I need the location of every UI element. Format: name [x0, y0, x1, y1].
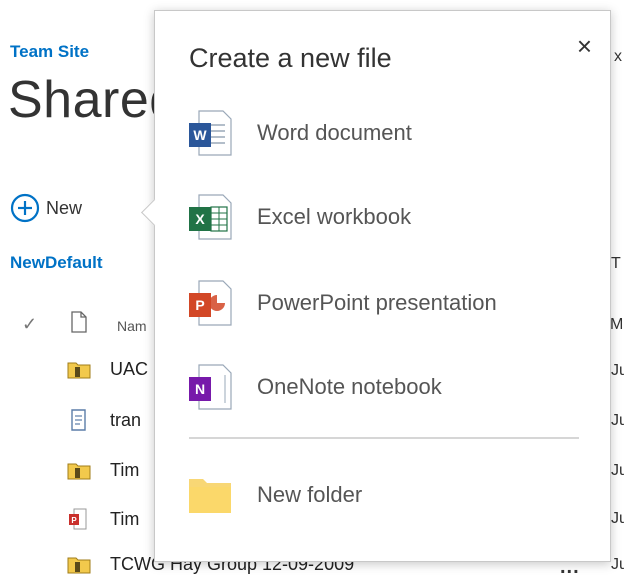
- new-folder-item[interactable]: New folder: [185, 469, 362, 521]
- powerpoint-icon: P: [189, 280, 232, 326]
- modified-cell: Ju: [611, 556, 624, 573]
- folder-icon: [67, 557, 91, 574]
- new-powerpoint-presentation-item[interactable]: P PowerPoint presentation: [185, 277, 497, 329]
- new-button-label: New: [46, 197, 83, 218]
- new-onenote-notebook-label: OneNote notebook: [257, 374, 442, 399]
- svg-text:X: X: [195, 211, 205, 227]
- view-selector[interactable]: NewDefault: [10, 253, 103, 273]
- create-file-flyout: Create a new file × W Word document X Ex…: [141, 10, 611, 562]
- new-button[interactable]: New: [10, 193, 82, 223]
- list-item[interactable]: UAC: [66, 358, 148, 380]
- list-item-name[interactable]: UAC: [110, 359, 148, 380]
- new-word-document-label: Word document: [257, 120, 412, 145]
- flyout-callout-arrow: [141, 199, 168, 226]
- right-edge-text: x: [614, 48, 622, 65]
- site-title[interactable]: Team Site: [10, 42, 89, 62]
- folder-icon: [189, 479, 231, 513]
- column-header-modified[interactable]: M: [610, 316, 623, 334]
- new-excel-workbook-item[interactable]: X Excel workbook: [185, 191, 411, 243]
- new-folder-label: New folder: [257, 482, 363, 507]
- modified-cell: Ju: [611, 510, 624, 527]
- svg-text:P: P: [195, 297, 204, 313]
- folder-icon: [67, 463, 91, 480]
- modified-cell: Ju: [611, 462, 624, 479]
- text-doc-icon: [71, 409, 86, 431]
- select-all-checkmark[interactable]: ✓: [22, 314, 37, 335]
- word-icon: W: [189, 110, 232, 156]
- list-item[interactable]: P Tim: [66, 508, 139, 530]
- svg-text:N: N: [195, 381, 205, 397]
- folder-icon: [67, 362, 91, 379]
- new-excel-workbook-label: Excel workbook: [257, 204, 412, 229]
- modified-cell: Ju: [611, 362, 624, 379]
- svg-text:P: P: [71, 516, 77, 525]
- pdf-icon: P: [69, 508, 87, 530]
- flyout-divider: [189, 437, 579, 439]
- onenote-icon: N: [189, 364, 232, 410]
- new-onenote-notebook-item[interactable]: N OneNote notebook: [185, 361, 442, 413]
- list-item-name[interactable]: Tim: [110, 460, 139, 481]
- plus-circle-icon: [10, 193, 40, 223]
- right-edge-header: T: [611, 255, 621, 272]
- document-type-icon: [71, 311, 87, 333]
- excel-icon: X: [189, 194, 232, 240]
- new-word-document-item[interactable]: W Word document: [185, 107, 412, 159]
- column-header-name[interactable]: Nam: [117, 318, 147, 334]
- modified-cell: Ju: [611, 412, 624, 429]
- list-item-name[interactable]: tran: [110, 410, 141, 431]
- flyout-title: Create a new file: [189, 43, 392, 73]
- list-item-name[interactable]: Tim: [110, 509, 139, 530]
- list-item[interactable]: tran: [66, 409, 141, 431]
- list-item[interactable]: Tim: [66, 459, 139, 481]
- svg-text:W: W: [193, 127, 207, 143]
- close-button[interactable]: ×: [577, 31, 592, 62]
- new-powerpoint-presentation-label: PowerPoint presentation: [257, 290, 497, 315]
